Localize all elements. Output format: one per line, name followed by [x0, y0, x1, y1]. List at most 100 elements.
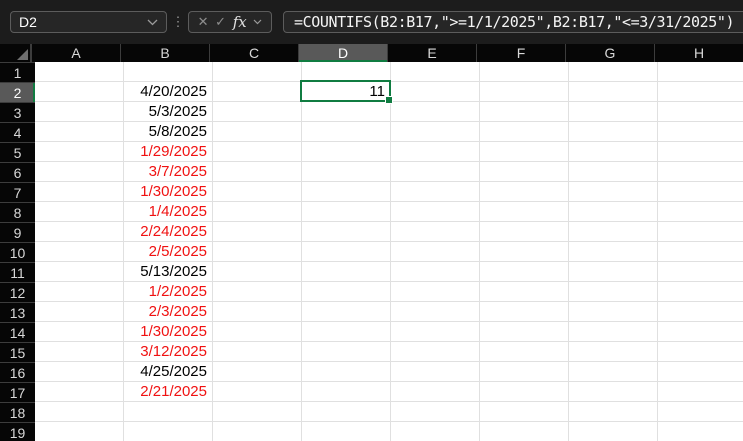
cell-A16[interactable]	[35, 362, 124, 382]
cell-G14[interactable]	[569, 322, 658, 342]
cell-C5[interactable]	[213, 142, 302, 162]
cell-B16[interactable]: 4/25/2025	[124, 362, 213, 382]
cell-A3[interactable]	[35, 102, 124, 122]
cell-F16[interactable]	[480, 362, 569, 382]
cell-G12[interactable]	[569, 282, 658, 302]
cell-D4[interactable]	[302, 122, 391, 142]
cell-D16[interactable]	[302, 362, 391, 382]
cell-E13[interactable]	[391, 302, 480, 322]
cell-C19[interactable]	[213, 422, 302, 441]
cell-C4[interactable]	[213, 122, 302, 142]
cell-H10[interactable]	[658, 242, 743, 262]
insert-function-icon[interactable]: fx	[233, 13, 247, 31]
cell-E3[interactable]	[391, 102, 480, 122]
cell-B19[interactable]	[124, 422, 213, 441]
cell-G2[interactable]	[569, 82, 658, 102]
cell-C16[interactable]	[213, 362, 302, 382]
cell-H9[interactable]	[658, 222, 743, 242]
cell-D14[interactable]	[302, 322, 391, 342]
cell-E2[interactable]	[391, 82, 480, 102]
cell-E10[interactable]	[391, 242, 480, 262]
enter-icon[interactable]: ✓	[215, 11, 226, 33]
cell-H7[interactable]	[658, 182, 743, 202]
cell-E5[interactable]	[391, 142, 480, 162]
cell-E18[interactable]	[391, 402, 480, 422]
cell-A6[interactable]	[35, 162, 124, 182]
cell-A5[interactable]	[35, 142, 124, 162]
cell-F4[interactable]	[480, 122, 569, 142]
cell-A10[interactable]	[35, 242, 124, 262]
column-header-C[interactable]: C	[209, 44, 298, 62]
cell-F7[interactable]	[480, 182, 569, 202]
cell-C12[interactable]	[213, 282, 302, 302]
cell-G5[interactable]	[569, 142, 658, 162]
cell-E11[interactable]	[391, 262, 480, 282]
row-header-2[interactable]: 2	[0, 82, 35, 102]
row-header-6[interactable]: 6	[0, 162, 35, 182]
cell-D5[interactable]	[302, 142, 391, 162]
cell-A12[interactable]	[35, 282, 124, 302]
cell-B12[interactable]: 1/2/2025	[124, 282, 213, 302]
cell-D2[interactable]: 11	[302, 82, 391, 102]
cell-A2[interactable]	[35, 82, 124, 102]
cell-A13[interactable]	[35, 302, 124, 322]
chevron-down-icon[interactable]	[147, 19, 158, 26]
cell-D7[interactable]	[302, 182, 391, 202]
cell-H12[interactable]	[658, 282, 743, 302]
cell-H19[interactable]	[658, 422, 743, 441]
cell-E9[interactable]	[391, 222, 480, 242]
cell-C3[interactable]	[213, 102, 302, 122]
cell-B14[interactable]: 1/30/2025	[124, 322, 213, 342]
cell-A14[interactable]	[35, 322, 124, 342]
cell-A7[interactable]	[35, 182, 124, 202]
row-header-15[interactable]: 15	[0, 342, 35, 362]
cell-H11[interactable]	[658, 262, 743, 282]
cell-C11[interactable]	[213, 262, 302, 282]
row-header-3[interactable]: 3	[0, 102, 35, 122]
cell-C13[interactable]	[213, 302, 302, 322]
cell-G7[interactable]	[569, 182, 658, 202]
column-header-A[interactable]: A	[31, 44, 120, 62]
cell-H8[interactable]	[658, 202, 743, 222]
cell-G10[interactable]	[569, 242, 658, 262]
cell-G6[interactable]	[569, 162, 658, 182]
row-header-9[interactable]: 9	[0, 222, 35, 242]
row-header-18[interactable]: 18	[0, 402, 35, 422]
cell-C6[interactable]	[213, 162, 302, 182]
cell-E14[interactable]	[391, 322, 480, 342]
cell-B7[interactable]: 1/30/2025	[124, 182, 213, 202]
cell-C10[interactable]	[213, 242, 302, 262]
cell-G9[interactable]	[569, 222, 658, 242]
cell-A1[interactable]	[35, 62, 124, 82]
select-all-button[interactable]	[0, 44, 31, 62]
cell-E17[interactable]	[391, 382, 480, 402]
cell-H13[interactable]	[658, 302, 743, 322]
cell-D6[interactable]	[302, 162, 391, 182]
row-header-13[interactable]: 13	[0, 302, 35, 322]
formula-input[interactable]: =COUNTIFS(B2:B17,">=1/1/2025",B2:B17,"<=…	[283, 11, 743, 33]
cell-E16[interactable]	[391, 362, 480, 382]
cell-D8[interactable]	[302, 202, 391, 222]
row-header-17[interactable]: 17	[0, 382, 35, 402]
cell-D17[interactable]	[302, 382, 391, 402]
cell-D15[interactable]	[302, 342, 391, 362]
cell-A15[interactable]	[35, 342, 124, 362]
cell-G1[interactable]	[569, 62, 658, 82]
cell-B4[interactable]: 5/8/2025	[124, 122, 213, 142]
cell-B2[interactable]: 4/20/2025	[124, 82, 213, 102]
cell-E15[interactable]	[391, 342, 480, 362]
cell-B9[interactable]: 2/24/2025	[124, 222, 213, 242]
row-header-14[interactable]: 14	[0, 322, 35, 342]
cell-H4[interactable]	[658, 122, 743, 142]
cell-C9[interactable]	[213, 222, 302, 242]
cell-E19[interactable]	[391, 422, 480, 441]
cell-B11[interactable]: 5/13/2025	[124, 262, 213, 282]
cell-G13[interactable]	[569, 302, 658, 322]
row-header-10[interactable]: 10	[0, 242, 35, 262]
cell-F12[interactable]	[480, 282, 569, 302]
cell-B5[interactable]: 1/29/2025	[124, 142, 213, 162]
cell-A18[interactable]	[35, 402, 124, 422]
cell-F13[interactable]	[480, 302, 569, 322]
name-box[interactable]: D2	[10, 11, 167, 33]
cell-G16[interactable]	[569, 362, 658, 382]
